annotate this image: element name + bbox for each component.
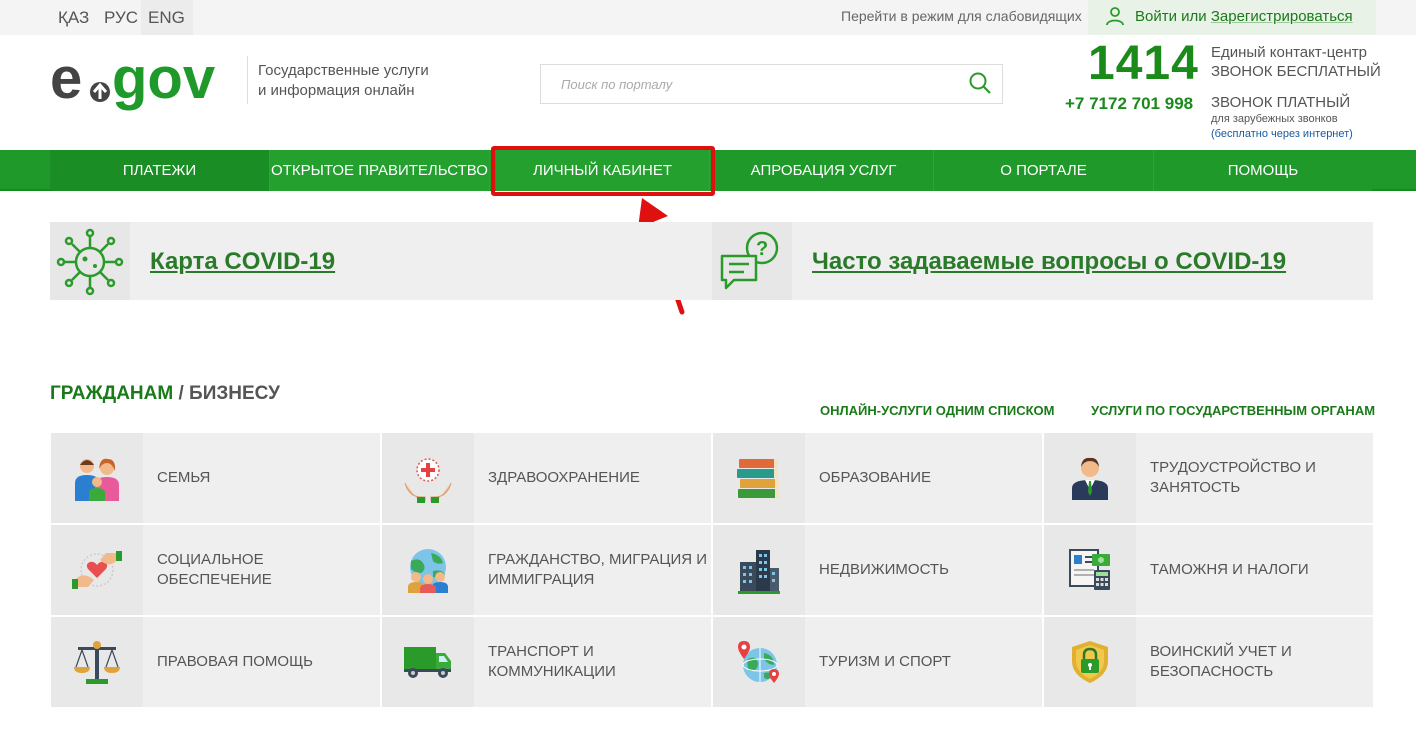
virus-icon: [56, 228, 124, 296]
online-services-list-link[interactable]: ОНЛАЙН-УСЛУГИ ОДНИМ СПИСКОМ: [820, 403, 1054, 418]
truck-icon: [404, 647, 451, 678]
category-legal[interactable]: Правовая помощь: [51, 617, 380, 707]
books-icon: [737, 459, 779, 498]
contact-number[interactable]: 1414: [1088, 36, 1199, 91]
category-real-estate[interactable]: Недвижимость: [713, 525, 1042, 615]
lang-kz-link[interactable]: ҚАЗ: [58, 7, 89, 29]
lang-ru-link[interactable]: РУС: [104, 7, 138, 29]
buildings-icon-box: [713, 525, 805, 615]
tagline-line-2: и информация онлайн: [258, 82, 415, 99]
chat-question-icon: ?: [720, 231, 779, 290]
social-care-icon: [72, 551, 122, 589]
nav-payments[interactable]: ПЛАТЕЖИ: [50, 150, 270, 191]
category-tourism[interactable]: Туризм и спорт: [713, 617, 1042, 707]
category-label[interactable]: Образование: [819, 433, 1039, 523]
section-separator: /: [178, 383, 184, 404]
shield-lock-icon-box: [1044, 617, 1136, 707]
foreign-calls-note: для зарубежных звонков: [1211, 113, 1338, 125]
category-family[interactable]: Семья: [51, 433, 380, 523]
social-care-icon-box: [51, 525, 143, 615]
category-health[interactable]: Здравоохранение: [382, 433, 711, 523]
search-box: [540, 64, 1003, 104]
user-icon: [1104, 5, 1126, 32]
lang-en-link[interactable]: ENG: [148, 7, 185, 29]
tax-document-icon-box: [1044, 525, 1136, 615]
category-customs-taxes[interactable]: Таможня и налоги: [1044, 525, 1373, 615]
category-label[interactable]: Здравоохранение: [488, 433, 708, 523]
buildings-icon: [738, 550, 780, 594]
family-icon: [75, 458, 119, 501]
paid-call-label: ЗВОНОК ПЛАТНЫЙ: [1211, 94, 1351, 111]
category-label[interactable]: Социальное обеспечение: [157, 525, 377, 615]
category-label[interactable]: Трудоустройство и занятость: [1150, 433, 1370, 523]
shield-lock-icon: [1072, 641, 1108, 683]
category-label[interactable]: Транспорт и коммуникации: [488, 617, 708, 707]
citizens-tab[interactable]: ГРАЖДАНАМ: [50, 383, 173, 404]
category-social[interactable]: Социальное обеспечение: [51, 525, 380, 615]
top-bar: ҚАЗ РУС ENG Перейти в режим для слабовид…: [0, 0, 1416, 35]
category-label[interactable]: Гражданство, миграция и иммиграция: [488, 525, 708, 615]
travel-globe-icon: [738, 641, 779, 683]
worker-icon: [1072, 457, 1108, 500]
svg-text:?: ?: [756, 238, 768, 260]
tax-document-icon: [1069, 549, 1110, 590]
category-military[interactable]: Воинский учет и безопасность: [1044, 617, 1373, 707]
nav-open-government[interactable]: ОТКРЫТОЕ ПРАВИТЕЛЬСТВО: [270, 150, 490, 191]
tagline-line-1: Государственные услуги: [258, 62, 429, 79]
faq-icon-box: ?: [712, 222, 792, 300]
business-tab[interactable]: БИЗНЕСУ: [189, 383, 280, 404]
books-icon-box: [713, 433, 805, 523]
nav-help[interactable]: ПОМОЩЬ: [1154, 150, 1372, 191]
scales-icon-box: [51, 617, 143, 707]
section-title: ГРАЖДАНАМ / БИЗНЕСУ: [50, 383, 280, 405]
category-label[interactable]: Правовая помощь: [157, 617, 377, 707]
category-label[interactable]: Таможня и налоги: [1150, 525, 1370, 615]
highlight-box: [491, 146, 715, 196]
svg-text:gov: gov: [112, 52, 215, 111]
scales-icon: [74, 641, 120, 684]
login-link[interactable]: Войти или Зарегистрироваться: [1135, 8, 1353, 25]
search-input[interactable]: [541, 65, 961, 103]
family-icon-box: [51, 433, 143, 523]
paid-phone-number[interactable]: +7 7172 701 998: [1065, 94, 1193, 114]
category-education[interactable]: Образование: [713, 433, 1042, 523]
impaired-mode-link[interactable]: Перейти в режим для слабовидящих: [841, 8, 1082, 24]
internet-call-link[interactable]: (бесплатно через интернет): [1211, 128, 1353, 140]
login-prefix[interactable]: Войти или: [1135, 8, 1211, 25]
health-icon-box: [382, 433, 474, 523]
travel-globe-icon-box: [713, 617, 805, 707]
category-label[interactable]: Недвижимость: [819, 525, 1039, 615]
search-icon[interactable]: [968, 71, 992, 100]
category-transport[interactable]: Транспорт и коммуникации: [382, 617, 711, 707]
category-citizenship[interactable]: Гражданство, миграция и иммиграция: [382, 525, 711, 615]
health-icon: [404, 458, 452, 503]
covid-faq-banner[interactable]: ? Часто задаваемые вопросы о COVID-19: [712, 222, 1373, 300]
tagline: Государственные услуги и информация онла…: [258, 61, 458, 101]
category-label[interactable]: Туризм и спорт: [819, 617, 1039, 707]
logo-divider: [247, 56, 248, 104]
svg-text:e: e: [50, 52, 82, 111]
covid-map-banner[interactable]: Карта COVID-19: [50, 222, 712, 300]
services-by-agencies-link[interactable]: УСЛУГИ ПО ГОСУДАРСТВЕННЫМ ОРГАНАМ: [1091, 403, 1375, 418]
virus-icon-box: [50, 222, 130, 300]
register-link[interactable]: Зарегистрироваться: [1211, 8, 1353, 25]
truck-icon-box: [382, 617, 474, 707]
egov-logo[interactable]: e gov: [50, 46, 240, 123]
nav-about-portal[interactable]: О ПОРТАЛЕ: [934, 150, 1154, 191]
nav-service-testing[interactable]: АПРОБАЦИЯ УСЛУГ: [714, 150, 934, 191]
globe-people-icon: [408, 549, 448, 593]
contact-center-title: Единый контакт-центр: [1211, 44, 1368, 61]
free-call-label: ЗВОНОК БЕСПЛАТНЫЙ: [1211, 63, 1381, 80]
worker-icon-box: [1044, 433, 1136, 523]
globe-people-icon-box: [382, 525, 474, 615]
category-employment[interactable]: Трудоустройство и занятость: [1044, 433, 1373, 523]
category-label[interactable]: Воинский учет и безопасность: [1150, 617, 1370, 707]
covid-faq-link[interactable]: Часто задаваемые вопросы о COVID-19: [812, 248, 1286, 276]
covid-map-link[interactable]: Карта COVID-19: [150, 248, 335, 276]
category-label[interactable]: Семья: [157, 433, 377, 523]
